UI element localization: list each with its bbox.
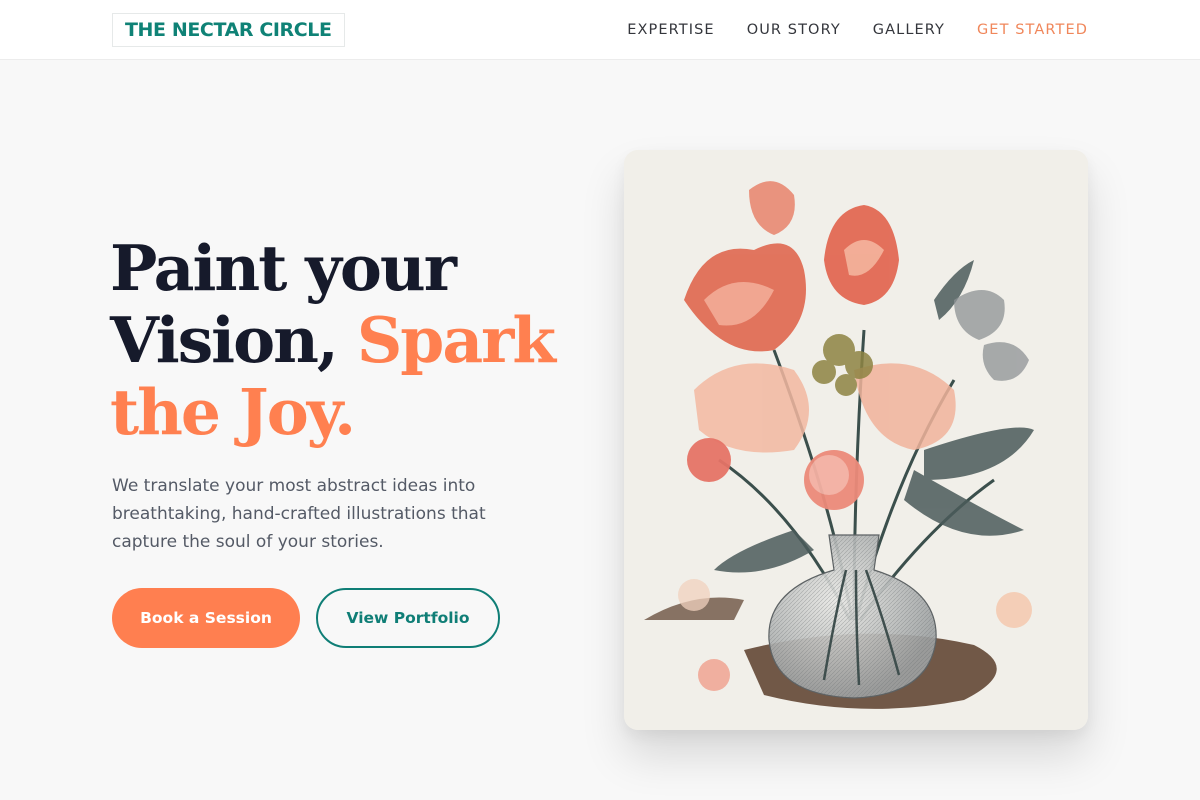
headline-line-2: Vision, bbox=[110, 303, 357, 377]
main-nav: EXPERTISE OUR STORY GALLERY GET STARTED bbox=[627, 0, 1088, 60]
flower-vase-illustration bbox=[624, 150, 1088, 730]
hero-headline: Paint your Vision, Spark the Joy. bbox=[110, 232, 580, 448]
nav-link-get-started[interactable]: GET STARTED bbox=[977, 22, 1088, 38]
site-header: THE NECTAR CIRCLE EXPERTISE OUR STORY GA… bbox=[0, 0, 1200, 60]
brand-logo[interactable]: THE NECTAR CIRCLE bbox=[112, 13, 345, 47]
headline-accent-spark: Spark bbox=[356, 303, 556, 377]
hero-subtext: We translate your most abstract ideas in… bbox=[112, 476, 486, 552]
view-portfolio-button[interactable]: View Portfolio bbox=[316, 588, 500, 648]
nav-link-gallery[interactable]: GALLERY bbox=[873, 22, 945, 38]
headline-line-1: Paint your bbox=[110, 231, 457, 305]
book-session-button[interactable]: Book a Session bbox=[112, 588, 300, 648]
nav-link-our-story[interactable]: OUR STORY bbox=[747, 22, 841, 38]
nav-link-expertise[interactable]: EXPERTISE bbox=[627, 22, 714, 38]
hero-artwork-card bbox=[624, 150, 1088, 730]
headline-accent-joy: the Joy. bbox=[110, 375, 356, 449]
